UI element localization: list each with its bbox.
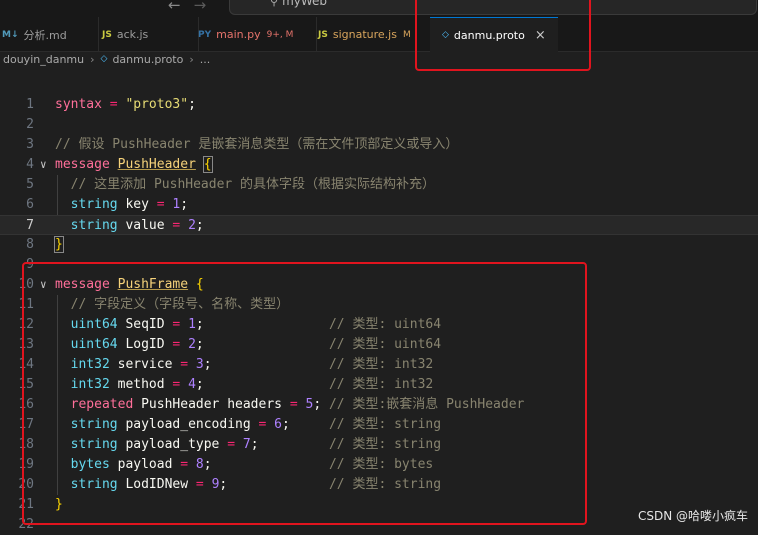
code-text: // 这里添加 PushHeader 的具体字段（根据实际结构补充） (55, 175, 435, 195)
code-text: syntax = "proto3"; (55, 95, 196, 115)
token-punc: ; (180, 197, 189, 212)
tab-ack-js[interactable]: JS ack.js (96, 17, 199, 52)
search-icon: ⚲ (270, 0, 279, 8)
code-text: string key = 1; (55, 195, 188, 215)
breadcrumb: douyin_danmu › ◇ danmu.proto › ... (3, 50, 210, 68)
proto-file-icon: ◇ (100, 54, 108, 64)
breadcrumb-file[interactable]: danmu.proto (112, 53, 183, 66)
editor-tab-bar: M↓ 分析.md JS ack.js PY main.py 9+, M JS signat… (0, 17, 758, 52)
chevron-right-icon: › (189, 52, 194, 66)
python-icon: PY (198, 29, 212, 40)
line-number: 1 (26, 97, 34, 112)
code-line[interactable]: 1 syntax = "proto3"; (0, 95, 758, 115)
line-number: 7 (26, 218, 34, 233)
token-typ: string (55, 197, 118, 212)
annotation-box-pushframe (22, 262, 587, 525)
token-kw: syntax (55, 97, 102, 112)
token-str: "proto3" (125, 97, 189, 112)
breadcrumb-folder[interactable]: douyin_danmu (3, 53, 84, 66)
code-text: string value = 2; (55, 216, 204, 236)
code-line[interactable]: 7 string value = 2; (0, 215, 758, 235)
tab-analysis-md[interactable]: M↓ 分析.md (0, 17, 99, 52)
token-cmt: // 假设 PushHeader 是嵌套消息类型（需在文件顶部定义或导入） (55, 137, 459, 152)
code-line[interactable]: 3 // 假设 PushHeader 是嵌套消息类型（需在文件顶部定义或导入） (0, 135, 758, 155)
forward-arrow-icon[interactable]: → (194, 0, 207, 14)
tab-label: ack.js (116, 28, 149, 41)
workspace-name: myWeb (282, 0, 328, 8)
token-punc: ; (188, 97, 196, 112)
token-typ: string (55, 218, 118, 233)
token-cmt: // 这里添加 PushHeader 的具体字段（根据实际结构补充） (55, 177, 436, 192)
token-bracehl: { (202, 156, 213, 173)
token-kw: message (55, 157, 118, 172)
token-op: = (148, 197, 173, 212)
javascript-icon: JS (102, 29, 112, 40)
tab-main-py[interactable]: PY main.py 9+, M (192, 17, 317, 52)
breadcrumb-symbol[interactable]: ... (200, 53, 211, 66)
tab-label: 分析.md (23, 28, 67, 42)
token-ident: key (117, 197, 149, 212)
tab-label: signature.js (332, 28, 397, 41)
line-number: 8 (26, 237, 34, 252)
code-text: } (54, 235, 64, 255)
code-line[interactable]: 8} (0, 235, 758, 255)
line-number: 4 (26, 157, 34, 172)
token-op: = (101, 97, 126, 112)
watermark: CSDN @哈喽小疯车 (637, 509, 748, 523)
tab-label: main.py (216, 28, 261, 41)
token-bracehl: } (54, 236, 64, 253)
code-text: // 假设 PushHeader 是嵌套消息类型（需在文件顶部定义或导入） (55, 135, 458, 155)
line-number: 5 (26, 177, 34, 192)
javascript-icon: JS (318, 29, 328, 40)
title-bar: ← → ⚲ myWeb (0, 0, 758, 17)
token-ident: value (117, 218, 165, 233)
modified-indicator: M (402, 29, 411, 40)
code-line[interactable]: 2 (0, 115, 758, 135)
markdown-icon: M↓ (2, 29, 19, 40)
modified-indicator: 9+, M (266, 29, 294, 40)
annotation-box-tab (415, 0, 591, 71)
navigation-arrows: ← → (168, 0, 219, 14)
line-number: 6 (26, 197, 34, 212)
line-number: 3 (26, 137, 34, 152)
chevron-right-icon: › (90, 52, 95, 66)
code-text: message PushHeader { (55, 155, 213, 175)
token-ident (196, 157, 204, 172)
line-number: 2 (26, 117, 34, 132)
fold-chevron-icon[interactable]: ∨ (40, 155, 47, 175)
token-op: = (164, 218, 189, 233)
code-line[interactable]: 5 // 这里添加 PushHeader 的具体字段（根据实际结构补充） (0, 175, 758, 195)
back-arrow-icon[interactable]: ← (168, 0, 181, 14)
search-label: ⚲ myWeb (270, 0, 327, 8)
code-line[interactable]: 4 ∨ message PushHeader { (0, 155, 758, 175)
token-num: 2 (188, 218, 196, 233)
code-line[interactable]: 6 string key = 1; (0, 195, 758, 215)
token-punc: ; (195, 218, 204, 233)
token-cls: PushHeader (117, 157, 196, 172)
